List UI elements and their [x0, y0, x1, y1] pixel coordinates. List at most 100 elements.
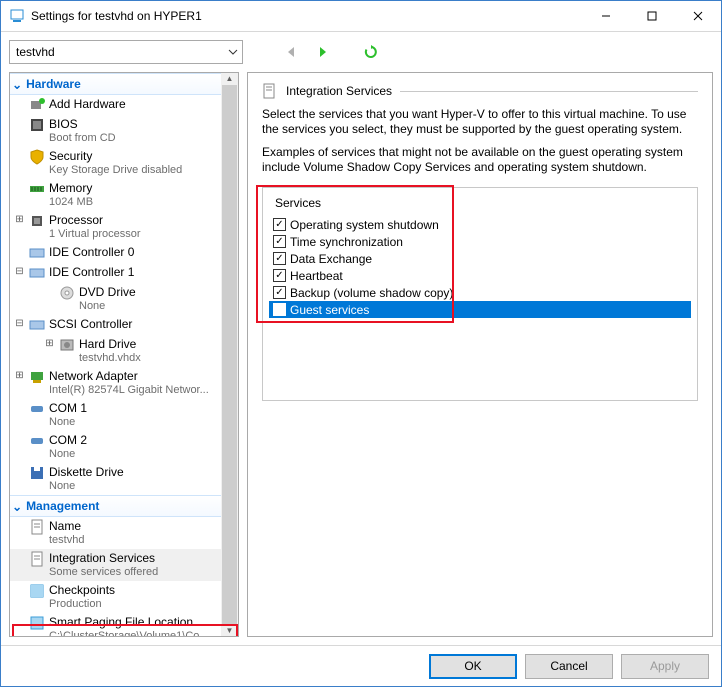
hdd-icon — [59, 337, 75, 353]
service-row-3[interactable]: ✓ Heartbeat — [269, 267, 691, 284]
tree-expander[interactable] — [14, 551, 25, 565]
tree-expander[interactable] — [14, 245, 25, 259]
page-desc-1: Select the services that you want Hyper-… — [262, 107, 698, 137]
service-row-1[interactable]: ✓Time synchronization — [269, 233, 691, 250]
apply-button[interactable]: Apply — [621, 654, 709, 679]
scroll-up-icon[interactable]: ▲ — [221, 73, 238, 85]
tree-item-label: Checkpoints — [49, 583, 115, 597]
checkpoint-icon — [29, 583, 45, 599]
app-icon — [9, 8, 25, 24]
tree-expander[interactable] — [14, 401, 25, 415]
tree-scrollbar[interactable]: ▲ ▼ — [221, 73, 238, 636]
vm-selector[interactable]: testvhd — [9, 40, 243, 64]
service-row-2[interactable]: ✓Data Exchange — [269, 250, 691, 267]
diskette-icon — [29, 465, 45, 481]
hw-item-6[interactable]: ⊟IDE Controller 1 — [10, 263, 238, 283]
service-row-5[interactable]: Guest services — [269, 301, 691, 318]
mgmt-item-0[interactable]: Nametestvhd — [10, 517, 238, 549]
service-checkbox[interactable]: ✓ — [273, 218, 286, 231]
hw-item-8[interactable]: ⊟SCSI Controller — [10, 315, 238, 335]
refresh-button[interactable] — [359, 40, 383, 64]
hw-item-3[interactable]: Memory1024 MB — [10, 179, 238, 211]
tree-expander[interactable]: ⊟ — [14, 317, 25, 331]
service-row-4[interactable]: ✓ Backup (volume shadow copy) — [269, 284, 691, 301]
tree-expander[interactable] — [14, 433, 25, 447]
tree-item-label: Smart Paging File Location — [49, 615, 209, 629]
tree-expander[interactable] — [44, 285, 55, 299]
vm-selector-value: testvhd — [16, 45, 55, 59]
tree-item-sub: Key Storage Drive disabled — [49, 163, 182, 177]
tree-expander[interactable]: ⊞ — [44, 337, 55, 351]
maximize-button[interactable] — [629, 1, 675, 31]
hw-item-1[interactable]: BIOSBoot from CD — [10, 115, 238, 147]
tree-item-sub: Production — [49, 597, 115, 611]
tree-expander[interactable] — [14, 97, 25, 111]
mgmt-item-2[interactable]: CheckpointsProduction — [10, 581, 238, 613]
chevron-up-icon: ⌃ — [12, 499, 22, 513]
mgmt-item-3[interactable]: Smart Paging File LocationC:\ClusterStor… — [10, 613, 238, 636]
service-checkbox[interactable] — [273, 303, 286, 316]
mgmt-item-1[interactable]: Integration ServicesSome services offere… — [10, 549, 238, 581]
toolbar: testvhd — [1, 32, 721, 72]
dialog-footer: OK Cancel Apply — [1, 645, 721, 686]
name-icon — [29, 519, 45, 535]
service-checkbox[interactable]: ✓ — [273, 269, 286, 282]
service-checkbox[interactable]: ✓ — [273, 286, 286, 299]
tree-item-label: Memory — [49, 181, 93, 195]
hw-item-10[interactable]: ⊞Network AdapterIntel(R) 82574L Gigabit … — [10, 367, 238, 399]
tree-expander[interactable]: ⊞ — [14, 213, 25, 227]
header-line — [400, 91, 698, 92]
tree-item-label: Integration Services — [49, 551, 158, 565]
service-label: Heartbeat — [290, 269, 343, 283]
ok-button[interactable]: OK — [429, 654, 517, 679]
service-row-0[interactable]: ✓Operating system shutdown — [269, 216, 691, 233]
service-checkbox[interactable]: ✓ — [273, 252, 286, 265]
hw-item-4[interactable]: ⊞Processor1 Virtual processor — [10, 211, 238, 243]
services-fieldset: Services ✓Operating system shutdown✓Time… — [262, 187, 698, 401]
tree-expander[interactable] — [14, 149, 25, 163]
page-header: Integration Services — [262, 83, 698, 99]
tree-expander[interactable] — [14, 465, 25, 479]
hardware-section-header[interactable]: ⌃Hardware — [10, 73, 238, 95]
chevron-up-icon: ⌃ — [12, 77, 22, 91]
service-label: Backup (volume shadow copy) — [290, 286, 453, 300]
tree-expander[interactable]: ⊟ — [14, 265, 25, 279]
hw-item-12[interactable]: COM 2None — [10, 431, 238, 463]
add-hardware-icon — [29, 97, 45, 113]
scroll-down-icon[interactable]: ▼ — [221, 625, 238, 637]
hw-item-2[interactable]: SecurityKey Storage Drive disabled — [10, 147, 238, 179]
tree-expander[interactable] — [14, 117, 25, 131]
dvd-icon — [59, 285, 75, 301]
tree-item-sub: None — [49, 479, 124, 493]
hw-item-5[interactable]: IDE Controller 0 — [10, 243, 238, 263]
next-button[interactable] — [311, 40, 335, 64]
prev-button[interactable] — [279, 40, 303, 64]
page-desc-2: Examples of services that might not be a… — [262, 145, 698, 175]
cancel-button[interactable]: Cancel — [525, 654, 613, 679]
ide-icon — [29, 265, 45, 281]
service-checkbox[interactable]: ✓ — [273, 235, 286, 248]
tree-item-sub: 1024 MB — [49, 195, 93, 209]
management-section-header[interactable]: ⌃Management — [10, 495, 238, 517]
tree-expander[interactable]: ⊞ — [14, 369, 25, 383]
tree-expander[interactable] — [14, 519, 25, 533]
scroll-thumb[interactable] — [222, 85, 237, 625]
hw-item-0[interactable]: Add Hardware — [10, 95, 238, 115]
hw-item-11[interactable]: COM 1None — [10, 399, 238, 431]
tree-item-sub: 1 Virtual processor — [49, 227, 141, 241]
chevron-down-icon — [228, 47, 238, 57]
tree-expander[interactable] — [14, 181, 25, 195]
com-icon — [29, 401, 45, 417]
tree-expander[interactable] — [14, 615, 25, 629]
tree-expander[interactable] — [14, 583, 25, 597]
tree-item-label: Name — [49, 519, 84, 533]
close-button[interactable] — [675, 1, 721, 31]
paging-icon — [29, 615, 45, 631]
page-icon — [262, 83, 278, 99]
hw-item-9[interactable]: ⊞Hard Drivetestvhd.vhdx — [10, 335, 238, 367]
tree-item-label: COM 2 — [49, 433, 87, 447]
hw-item-13[interactable]: Diskette DriveNone — [10, 463, 238, 495]
hw-item-7[interactable]: DVD DriveNone — [10, 283, 238, 315]
minimize-button[interactable] — [583, 1, 629, 31]
com-icon — [29, 433, 45, 449]
